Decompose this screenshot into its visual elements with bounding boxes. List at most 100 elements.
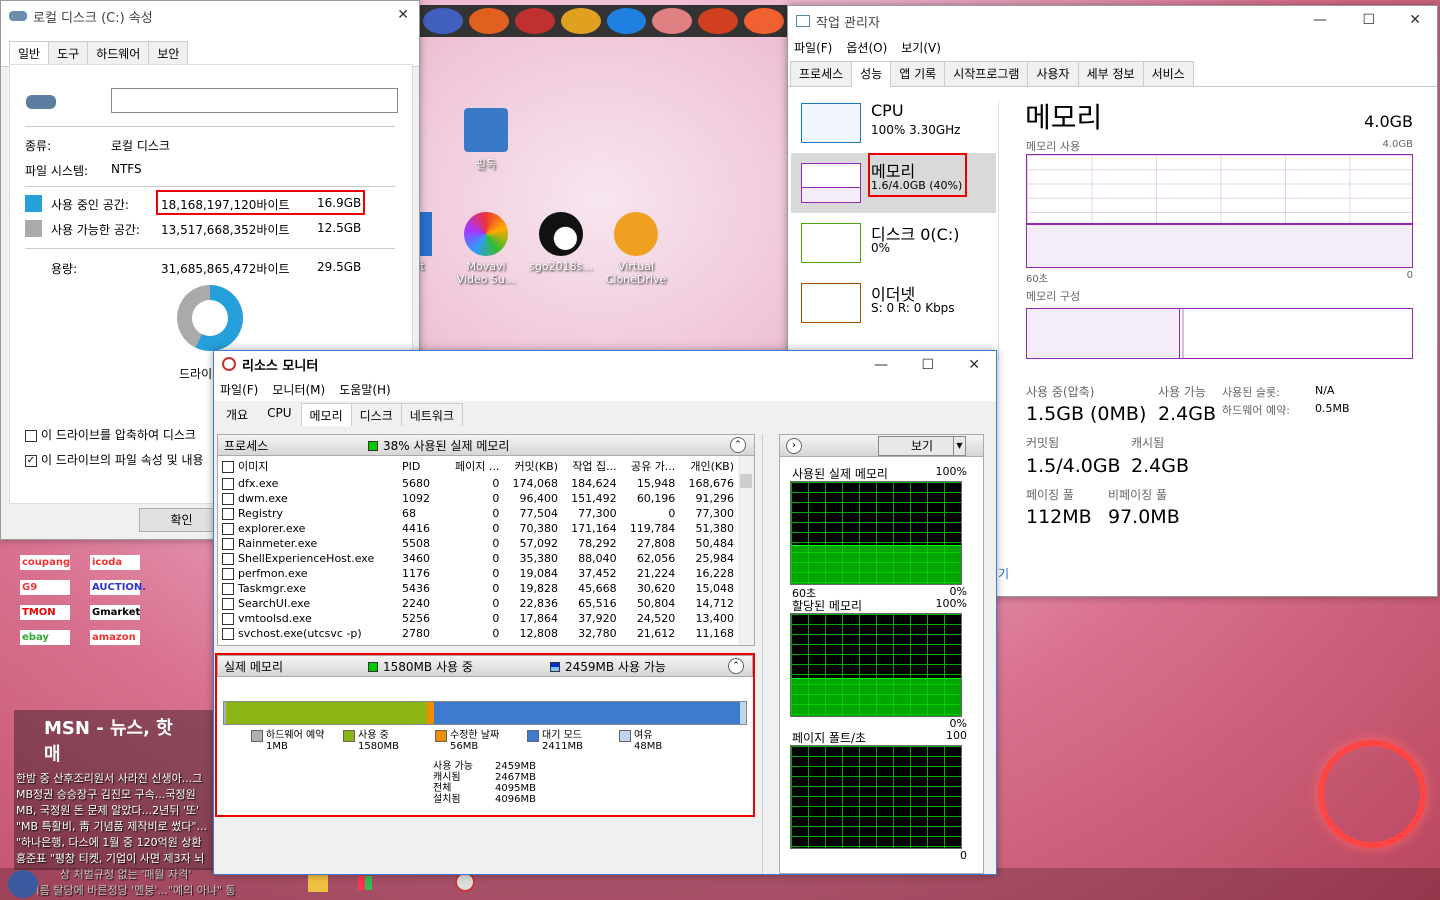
start-icon[interactable]: [8, 870, 38, 898]
table-row[interactable]: SearchUI.exe 2240 0 22,836 65,516 50,804 14,71…: [218, 596, 738, 611]
processes-header[interactable]: 프로세스 38% 사용된 실제 메모리 ⌃: [217, 434, 755, 456]
table-row[interactable]: explorer.exe 4416 0 70,380 171,164 119,784 51,…: [218, 521, 738, 536]
minimize-icon[interactable]: —: [874, 357, 888, 373]
physical-memory-header[interactable]: 실제 메모리 1580MB 사용 중 2459MB 사용 가능 ⌃: [217, 655, 753, 677]
tab-details[interactable]: 세부 정보: [1077, 61, 1144, 86]
tab-hardware[interactable]: 하드웨어: [87, 41, 150, 66]
side-ethernet[interactable]: 이더넷 S: 0 R: 0 Kbps: [791, 273, 996, 333]
row-checkbox[interactable]: [222, 538, 234, 550]
tab-performance[interactable]: 성능: [851, 61, 892, 87]
col-image[interactable]: 이미지: [238, 460, 268, 473]
row-checkbox[interactable]: [222, 613, 234, 625]
desktop-icon-movavi[interactable]: Movavi Video Su...: [450, 212, 522, 286]
table-row[interactable]: dfx.exe 5680 0 174,068 184,624 15,948 168,676: [218, 476, 738, 491]
folder-icon[interactable]: [308, 872, 328, 892]
row-checkbox[interactable]: [222, 553, 234, 565]
tab-app-history[interactable]: 앱 기록: [890, 61, 946, 86]
shortcut[interactable]: AUCTION.: [90, 580, 146, 595]
view-button[interactable]: 보기 ▼: [878, 436, 966, 456]
side-memory[interactable]: 메모리 1.6/4.0GB (40%): [791, 153, 996, 213]
row-checkbox[interactable]: [222, 508, 234, 520]
table-row[interactable]: Registry 68 0 77,504 77,300 0 77,300: [218, 506, 738, 521]
scrollbar[interactable]: [738, 456, 754, 645]
row-checkbox[interactable]: [222, 478, 234, 490]
drive-name-input[interactable]: [111, 88, 398, 113]
app-icon[interactable]: [560, 8, 601, 34]
app-icon[interactable]: [468, 8, 509, 34]
news-item[interactable]: 한밤 중 산후조리원서 사라진 신생아...그: [16, 770, 202, 786]
app-icon[interactable]: [423, 8, 463, 34]
app-icon[interactable]: [606, 8, 647, 34]
shortcut[interactable]: amazon: [90, 630, 140, 645]
store-icon[interactable]: [358, 876, 372, 890]
open-resmon-link[interactable]: 기: [998, 565, 1009, 582]
col-private[interactable]: 개인(KB): [679, 456, 738, 476]
table-row[interactable]: Rainmeter.exe 5508 0 57,092 78,292 27,808 50,4…: [218, 536, 738, 551]
menu-options[interactable]: 옵션(O): [846, 39, 887, 56]
row-checkbox[interactable]: [222, 583, 234, 595]
table-row[interactable]: Taskmgr.exe 5436 0 19,828 45,668 30,620 15,048: [218, 581, 738, 596]
news-item[interactable]: MB, 국정원 돈 문제 알았다...2년뒤 '또': [16, 802, 199, 818]
news-item[interactable]: "하나은행, 다스에 1월 중 120억원 상환: [16, 834, 202, 850]
close-icon[interactable]: ✕: [1409, 12, 1421, 28]
tab-cpu[interactable]: CPU: [257, 403, 302, 428]
table-row[interactable]: vmtoolsd.exe 5256 0 17,864 37,920 24,520 13,40…: [218, 611, 738, 626]
table-row[interactable]: ShellExperienceHost.exe 3460 0 35,380 88,040…: [218, 551, 738, 566]
menu-file[interactable]: 파일(F): [220, 381, 258, 398]
row-checkbox[interactable]: [222, 568, 234, 580]
shortcut[interactable]: icoda: [90, 555, 140, 570]
menu-view[interactable]: 보기(V): [901, 39, 941, 56]
shortcut[interactable]: Gmarket: [90, 605, 140, 620]
ok-button[interactable]: 확인: [139, 508, 224, 532]
col-commit[interactable]: 커밋(KB): [503, 456, 562, 476]
maximize-icon[interactable]: ☐: [921, 357, 934, 373]
close-icon[interactable]: ✕: [397, 7, 409, 23]
expand-icon[interactable]: ›: [786, 437, 802, 454]
shortcut[interactable]: TMON: [20, 605, 70, 620]
news-item[interactable]: "MB 특활비, 靑 기념품 제작비로 썼다"...: [16, 818, 207, 834]
tab-services[interactable]: 서비스: [1142, 61, 1194, 86]
shortcut[interactable]: coupang: [20, 555, 70, 570]
collapse-icon[interactable]: ⌃: [730, 437, 746, 453]
index-checkbox[interactable]: ✓ 이 드라이브의 파일 속성 및 내용: [25, 451, 204, 468]
maximize-icon[interactable]: ☐: [1362, 12, 1375, 28]
tab-network[interactable]: 네트워크: [400, 403, 463, 428]
minimize-icon[interactable]: —: [1313, 12, 1327, 28]
row-checkbox[interactable]: [222, 493, 234, 505]
col-pid[interactable]: PID: [398, 456, 446, 476]
desktop-icon-sgo[interactable]: sgo2018s...: [525, 212, 597, 273]
close-icon[interactable]: ✕: [968, 357, 980, 373]
shortcut[interactable]: G9: [20, 580, 70, 595]
row-checkbox[interactable]: [222, 598, 234, 610]
menu-monitor[interactable]: 모니터(M): [272, 381, 325, 398]
col-working-set[interactable]: 작업 집...: [562, 456, 621, 476]
shortcut[interactable]: ebay: [20, 630, 70, 645]
tab-overview[interactable]: 개요: [216, 403, 259, 428]
side-cpu[interactable]: CPU 100% 3.30GHz: [791, 93, 996, 151]
row-checkbox[interactable]: [222, 628, 234, 640]
app-icon[interactable]: [514, 8, 555, 34]
app-icon[interactable]: [698, 8, 739, 34]
app-icon[interactable]: [652, 8, 693, 34]
col-shareable[interactable]: 공유 가...: [621, 456, 680, 476]
desktop-icon-notice[interactable]: 필독: [450, 108, 522, 172]
tab-users[interactable]: 사용자: [1027, 61, 1079, 86]
scrollbar[interactable]: [984, 434, 996, 874]
tab-startup[interactable]: 시작프로그램: [944, 61, 1029, 86]
desktop-icon-clonedrive[interactable]: Virtual CloneDrive: [600, 212, 672, 286]
collapse-icon[interactable]: ⌃: [728, 658, 744, 674]
menu-help[interactable]: 도움말(H): [339, 381, 391, 398]
scrollbar[interactable]: [762, 434, 776, 874]
tab-tools[interactable]: 도구: [48, 41, 89, 66]
col-page[interactable]: 페이지 ...: [446, 456, 503, 476]
table-row[interactable]: svchost.exe(utcsvc -p) 2780 0 12,808 32,780 2…: [218, 626, 738, 641]
news-item[interactable]: MB정권 승승장구 김진모 구속...국정원: [16, 786, 196, 802]
table-row[interactable]: dwm.exe 1092 0 96,400 151,492 60,196 91,296: [218, 491, 738, 506]
compress-checkbox[interactable]: 이 드라이브를 압축하여 디스크: [25, 426, 196, 443]
app-icon[interactable]: [744, 8, 784, 34]
row-checkbox[interactable]: [222, 523, 234, 535]
resmon-taskbar-icon[interactable]: [455, 872, 475, 892]
menu-file[interactable]: 파일(F): [794, 39, 832, 56]
table-row[interactable]: perfmon.exe 1176 0 19,084 37,452 21,224 16,228: [218, 566, 738, 581]
tab-security[interactable]: 보안: [148, 41, 189, 66]
